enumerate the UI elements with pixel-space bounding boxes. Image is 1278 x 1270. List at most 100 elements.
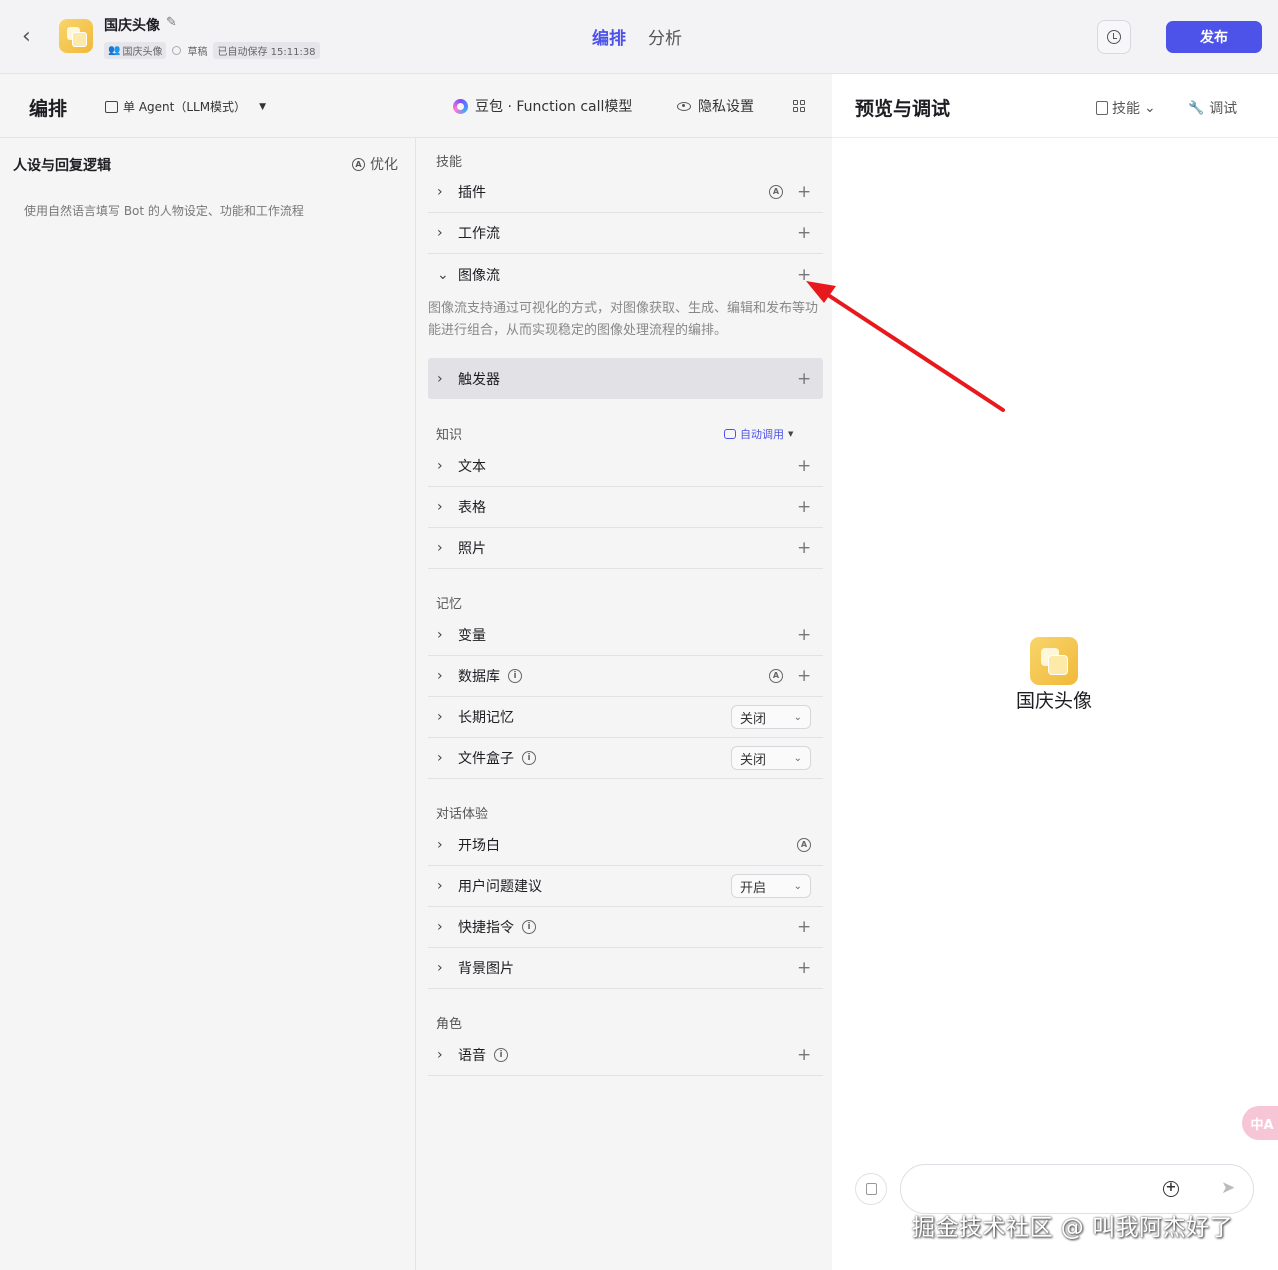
knowledge-row-photo[interactable]: › 照片 +: [428, 528, 823, 569]
bot-avatar: [59, 19, 93, 53]
info-icon[interactable]: i: [508, 669, 522, 683]
optimize-label: 优化: [370, 157, 398, 173]
persona-input[interactable]: 使用自然语言填写 Bot 的人物设定、功能和工作流程: [13, 194, 403, 1094]
row-label: 表格: [458, 500, 486, 516]
add-voice-icon[interactable]: +: [797, 1047, 811, 1064]
filebox-select[interactable]: 关闭 ⌄: [731, 746, 811, 770]
dialog-row-shortcuts[interactable]: › 快捷指令 i +: [428, 907, 823, 948]
row-label: 插件: [458, 185, 486, 201]
dialog-row-opening[interactable]: › 开场白 A: [428, 825, 823, 866]
owner-chip-label: 国庆头像: [122, 46, 163, 58]
skill-row-plugin[interactable]: › 插件 A +: [428, 172, 823, 213]
imageflow-description: 图像流支持通过可视化的方式，对图像获取、生成、编辑和发布等功能进行组合，从而实现…: [428, 301, 819, 338]
preview-header: 预览与调试 技能 ⌄ 🔧 调试: [832, 74, 1278, 138]
agent-mode-icon: [105, 100, 118, 113]
add-workflow-icon[interactable]: +: [797, 225, 811, 242]
row-label: 触发器: [458, 371, 500, 388]
chevron-right-icon: ›: [437, 184, 443, 200]
optimize-button[interactable]: A 优化: [352, 154, 398, 174]
translate-button[interactable]: 中A: [1242, 1106, 1278, 1140]
memory-row-database[interactable]: › 数据库 i A +: [428, 656, 823, 697]
row-label: 文本: [458, 459, 486, 475]
model-label: 豆包 · Function call模型: [475, 99, 633, 115]
add-photo-icon[interactable]: +: [797, 540, 811, 557]
auto-icon[interactable]: A: [769, 669, 783, 683]
publish-button[interactable]: 发布: [1166, 21, 1262, 53]
memory-row-variable[interactable]: › 变量 +: [428, 615, 823, 656]
auto-optimize-icon: A: [352, 157, 365, 171]
add-table-icon[interactable]: +: [797, 499, 811, 516]
skill-row-trigger[interactable]: › 触发器 +: [428, 358, 823, 399]
info-icon[interactable]: i: [494, 1048, 508, 1062]
skill-row-workflow[interactable]: › 工作流 +: [428, 213, 823, 254]
chevron-right-icon: ›: [437, 837, 443, 853]
chevron-right-icon: ›: [437, 627, 443, 643]
chevron-right-icon: ›: [437, 878, 443, 894]
draft-status-icon: [172, 45, 182, 55]
add-text-icon[interactable]: +: [797, 458, 811, 475]
chevron-right-icon: ›: [437, 540, 443, 556]
add-plugin-icon[interactable]: +: [797, 184, 811, 201]
select-value: 开启: [740, 880, 767, 896]
info-icon[interactable]: i: [522, 751, 536, 765]
clear-chat-button[interactable]: [855, 1173, 887, 1205]
row-label: 文件盒子: [458, 751, 514, 767]
memory-row-filebox[interactable]: › 文件盒子 i 关闭 ⌄: [428, 738, 823, 779]
dialog-row-suggestions[interactable]: › 用户问题建议 开启 ⌄: [428, 866, 823, 907]
tab-arrange[interactable]: 编排: [592, 24, 626, 49]
add-attachment-icon[interactable]: +: [1163, 1181, 1179, 1197]
auto-call-label: 自动调用: [740, 428, 784, 441]
edit-icon[interactable]: ✎: [166, 15, 177, 30]
add-trigger-icon[interactable]: +: [797, 370, 811, 387]
skills-dropdown[interactable]: 技能 ⌄: [1096, 98, 1156, 118]
broom-icon: [865, 1183, 877, 1195]
add-database-icon[interactable]: +: [797, 668, 811, 685]
auto-call-dropdown[interactable]: 自动调用 ▼: [724, 426, 793, 442]
owner-chip: 👥 国庆头像: [104, 41, 167, 59]
section-skills: 技能: [436, 155, 463, 170]
agent-mode-select[interactable]: 单 Agent（LLM模式） ▼: [105, 98, 266, 115]
skills-panel: 技能 › 插件 A + › 工作流 + ⌄ 图像流 + 图像流支持通过可视化的方式…: [416, 138, 832, 1270]
auto-icon[interactable]: A: [769, 185, 783, 199]
row-label: 照片: [458, 541, 486, 557]
chevron-down-icon: ⌄: [1144, 100, 1156, 116]
knowledge-row-text[interactable]: › 文本 +: [428, 446, 823, 487]
tab-analysis[interactable]: 分析: [648, 24, 682, 49]
preview-title: 预览与调试: [855, 98, 951, 120]
add-imageflow-icon[interactable]: +: [797, 266, 811, 283]
add-shortcut-icon[interactable]: +: [797, 919, 811, 936]
layout-grid-icon[interactable]: [793, 100, 805, 112]
main-tabs: 编排 分析: [592, 24, 682, 49]
send-icon[interactable]: ➤: [1221, 1178, 1241, 1200]
debug-button[interactable]: 🔧 调试: [1188, 98, 1237, 118]
longterm-memory-select[interactable]: 关闭 ⌄: [731, 705, 811, 729]
auto-icon[interactable]: A: [797, 838, 811, 852]
chevron-right-icon: ›: [437, 458, 443, 474]
watermark: 掘金技术社区 @ 叫我阿杰好了: [912, 1215, 1234, 1241]
role-row-voice[interactable]: › 语音 i +: [428, 1035, 823, 1076]
skill-row-imageflow[interactable]: ⌄ 图像流 +: [428, 254, 823, 295]
caret-down-icon: ▼: [259, 101, 266, 112]
suggestions-select[interactable]: 开启 ⌄: [731, 874, 811, 898]
knowledge-row-table[interactable]: › 表格 +: [428, 487, 823, 528]
info-icon[interactable]: i: [522, 920, 536, 934]
chat-input[interactable]: [919, 1179, 1149, 1201]
chevron-right-icon: ›: [437, 370, 443, 387]
preview-bot-name: 国庆头像: [1015, 690, 1092, 712]
chevron-right-icon: ›: [437, 750, 443, 766]
doubao-logo-icon: [453, 98, 468, 114]
row-label: 工作流: [458, 226, 500, 242]
chevron-right-icon: ›: [437, 960, 443, 976]
add-background-icon[interactable]: +: [797, 960, 811, 977]
history-button[interactable]: [1097, 20, 1131, 54]
dialog-row-background[interactable]: › 背景图片 +: [428, 948, 823, 989]
privacy-settings-button[interactable]: 隐私设置: [677, 96, 754, 116]
memory-row-longterm[interactable]: › 长期记忆 关闭 ⌄: [428, 697, 823, 738]
autosave-status: 已自动保存 15:11:38: [213, 41, 320, 59]
add-variable-icon[interactable]: +: [797, 627, 811, 644]
chevron-down-icon: ⌄: [793, 880, 802, 892]
model-select[interactable]: 豆包 · Function call模型: [453, 96, 632, 116]
chevron-right-icon: ›: [437, 668, 443, 684]
back-icon[interactable]: ‹: [22, 24, 42, 50]
debug-label: 调试: [1209, 101, 1238, 117]
